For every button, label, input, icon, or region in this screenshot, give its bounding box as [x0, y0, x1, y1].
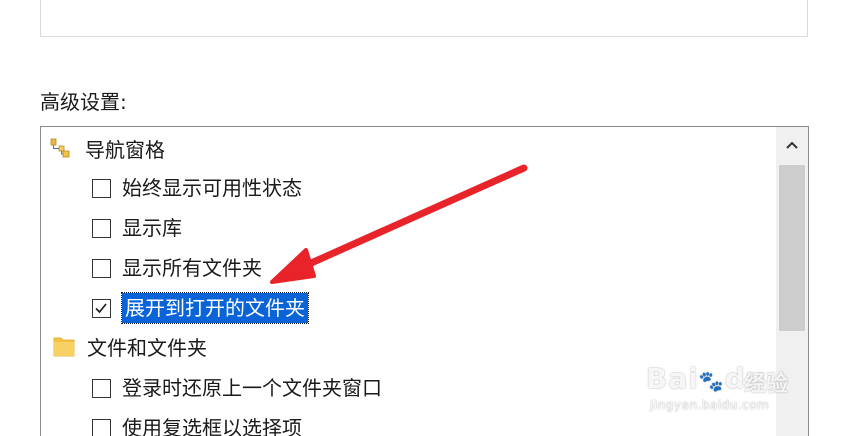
vertical-scrollbar[interactable] — [776, 127, 808, 436]
scroll-thumb[interactable] — [779, 165, 805, 331]
folder-options-advanced-panel: 高级设置: 导航窗格 始终显示可用性状态 显示库 显示所有文件夹 展开到打开的文… — [0, 0, 842, 436]
tree-group-label: 导航窗格 — [85, 138, 165, 162]
show-all-folders-checkbox[interactable] — [92, 258, 111, 278]
top-preview-box — [40, 0, 808, 37]
checkbox-label: 使用复选框以选择项 — [122, 416, 302, 436]
tree-group-navigation-pane: 导航窗格 — [49, 131, 165, 169]
checkbox-row-always-show-availability[interactable]: 始终显示可用性状态 — [92, 169, 302, 207]
checkbox-label: 显示所有文件夹 — [122, 256, 262, 280]
folder-icon — [53, 334, 75, 362]
navigation-pane-icon — [49, 137, 71, 163]
tree-group-label: 文件和文件夹 — [87, 336, 207, 360]
use-check-boxes-checkbox[interactable] — [92, 418, 111, 436]
expand-to-open-folder-checkbox[interactable] — [92, 298, 111, 318]
advanced-settings-label: 高级设置: — [40, 90, 127, 114]
checkbox-row-use-check-boxes[interactable]: 使用复选框以选择项 — [92, 409, 302, 436]
checkbox-label: 展开到打开的文件夹 — [121, 292, 309, 324]
checkbox-row-expand-to-open-folder[interactable]: 展开到打开的文件夹 — [92, 289, 309, 327]
advanced-settings-tree[interactable]: 导航窗格 始终显示可用性状态 显示库 显示所有文件夹 展开到打开的文件夹 文件和… — [40, 126, 809, 436]
checkmark-icon — [95, 302, 107, 313]
checkbox-row-show-libraries[interactable]: 显示库 — [92, 209, 182, 247]
checkbox-label: 登录时还原上一个文件夹窗口 — [122, 376, 382, 400]
scroll-up-button[interactable] — [776, 127, 808, 163]
always-show-availability-checkbox[interactable] — [92, 178, 111, 198]
checkbox-label: 显示库 — [122, 216, 182, 240]
checkbox-row-restore-previous-folders[interactable]: 登录时还原上一个文件夹窗口 — [92, 369, 382, 407]
tree-group-files-and-folders: 文件和文件夹 — [53, 329, 207, 367]
restore-previous-folders-checkbox[interactable] — [92, 378, 111, 398]
checkbox-row-show-all-folders[interactable]: 显示所有文件夹 — [92, 249, 262, 287]
chevron-up-icon — [786, 141, 798, 149]
show-libraries-checkbox[interactable] — [92, 218, 111, 238]
checkbox-label: 始终显示可用性状态 — [122, 176, 302, 200]
